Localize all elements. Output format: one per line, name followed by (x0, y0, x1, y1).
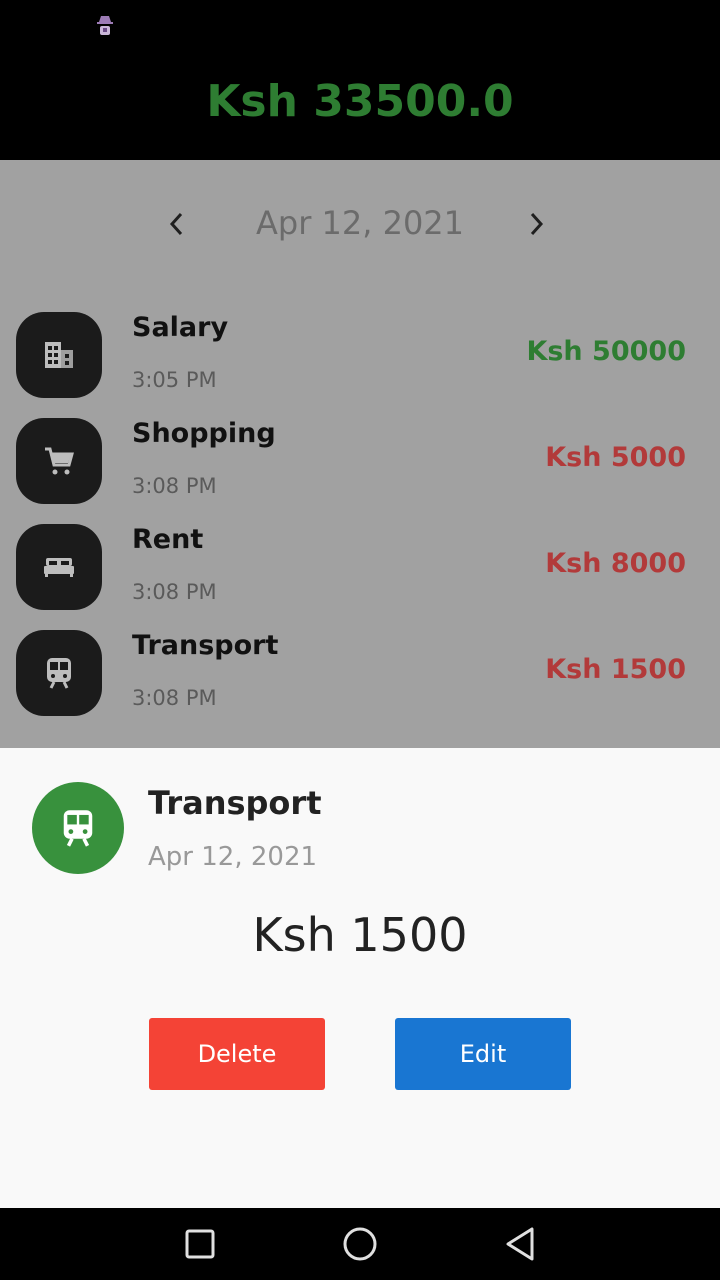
status-bar (0, 0, 720, 50)
bed-icon (16, 524, 102, 610)
transaction-name: Transport (132, 630, 279, 661)
detail-amount: Ksh 1500 (252, 908, 468, 962)
transaction-name: Rent (132, 524, 204, 555)
system-nav-bar (0, 1208, 720, 1280)
transaction-row-rent[interactable]: Rent 3:08 PM Ksh 8000 (0, 520, 720, 626)
transactions-screen: Apr 12, 2021 Salary 3:05 PM Ksh 50000 Sh… (0, 160, 720, 748)
edit-button[interactable]: Edit (395, 1018, 571, 1090)
transaction-detail-sheet: Transport Apr 12, 2021 Ksh 1500 Delete E… (0, 748, 720, 1208)
transaction-amount: Ksh 1500 (545, 654, 686, 685)
transaction-list: Salary 3:05 PM Ksh 50000 Shopping 3:08 P… (0, 308, 720, 732)
transaction-amount: Ksh 50000 (526, 336, 686, 367)
cart-icon (16, 418, 102, 504)
recents-button[interactable] (178, 1222, 222, 1266)
app-header: Ksh 33500.0 (0, 50, 720, 160)
transaction-name: Salary (132, 312, 229, 343)
detail-date: Apr 12, 2021 (148, 842, 318, 872)
detail-title: Transport (148, 784, 322, 822)
chevron-right-icon (530, 212, 544, 236)
transaction-row-transport[interactable]: Transport 3:08 PM Ksh 1500 (0, 626, 720, 732)
transaction-row-salary[interactable]: Salary 3:05 PM Ksh 50000 (0, 308, 720, 414)
circle-icon (343, 1227, 377, 1261)
transaction-row-shopping[interactable]: Shopping 3:08 PM Ksh 5000 (0, 414, 720, 520)
transaction-time: 3:05 PM (132, 368, 217, 392)
train-icon (16, 630, 102, 716)
train-icon (32, 782, 124, 874)
transaction-amount: Ksh 8000 (545, 548, 686, 579)
transaction-name: Shopping (132, 418, 276, 449)
date-navigator: Apr 12, 2021 (0, 200, 720, 248)
next-day-button[interactable] (512, 200, 560, 248)
square-icon (185, 1229, 215, 1259)
triangle-back-icon (506, 1227, 534, 1261)
building-icon (16, 312, 102, 398)
home-button[interactable] (338, 1222, 382, 1266)
transaction-time: 3:08 PM (132, 686, 217, 710)
transaction-amount: Ksh 5000 (545, 442, 686, 473)
current-date: Apr 12, 2021 (255, 204, 465, 242)
transaction-time: 3:08 PM (132, 474, 217, 498)
delete-button[interactable]: Delete (149, 1018, 325, 1090)
total-balance: Ksh 33500.0 (206, 76, 514, 127)
incognito-icon (96, 14, 114, 36)
transaction-time: 3:08 PM (132, 580, 217, 604)
back-button[interactable] (498, 1222, 542, 1266)
